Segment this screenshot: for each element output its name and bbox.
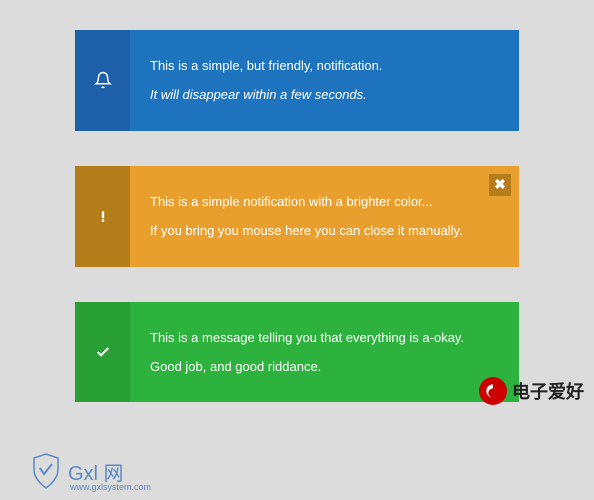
brand-url: www.gxlsystem.com (70, 482, 151, 492)
notification-success: This is a message telling you that every… (75, 302, 519, 403)
exclamation-icon (75, 166, 130, 267)
notification-line2: It will disappear within a few seconds. (150, 83, 499, 106)
close-button[interactable]: ✖ (489, 174, 511, 196)
logo-icon (479, 377, 507, 405)
notification-body: This is a simple, but friendly, notifica… (130, 30, 519, 131)
watermark-left: Gxl 网 www.gxlsystem.com (30, 452, 124, 490)
watermark-right: 电子爱好 (479, 377, 584, 405)
notification-body: This is a simple notification with a bri… (130, 166, 519, 267)
notification-warning: This is a simple notification with a bri… (75, 166, 519, 267)
notification-line1: This is a simple, but friendly, notifica… (150, 54, 499, 77)
notification-line2: If you bring you mouse here you can clos… (150, 219, 499, 242)
notification-line1: This is a message telling you that every… (150, 326, 499, 349)
watermark-text: 电子爱好 (512, 378, 584, 404)
check-icon (75, 302, 130, 403)
bell-icon (75, 30, 130, 131)
notification-body: This is a message telling you that every… (130, 302, 519, 403)
shield-icon (30, 452, 62, 490)
notification-line1: This is a simple notification with a bri… (150, 190, 499, 213)
close-icon: ✖ (494, 176, 506, 193)
notification-line2: Good job, and good riddance. (150, 355, 499, 378)
notification-info: This is a simple, but friendly, notifica… (75, 30, 519, 131)
